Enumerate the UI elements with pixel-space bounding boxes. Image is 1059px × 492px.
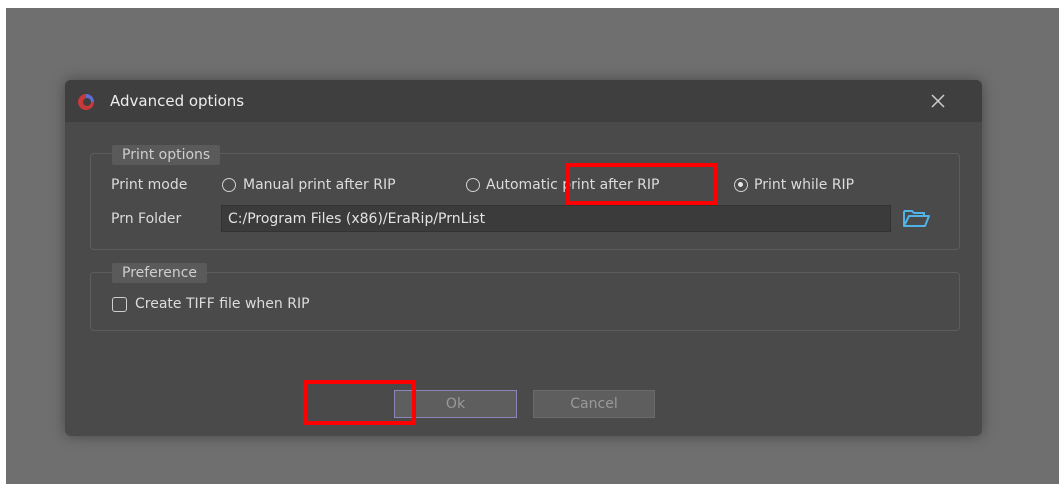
radio-manual-print-label: Manual print after RIP — [243, 177, 396, 193]
radio-automatic-print[interactable] — [466, 178, 480, 192]
highlight-box-automatic-print — [566, 163, 717, 205]
radio-print-while-rip-label: Print while RIP — [754, 177, 855, 193]
radio-print-while-rip[interactable] — [734, 178, 748, 192]
create-tiff-label: Create TIFF file when RIP — [135, 296, 310, 312]
cancel-button[interactable]: Cancel — [533, 390, 655, 418]
radio-manual-print[interactable] — [222, 178, 236, 192]
print-mode-label: Print mode — [111, 177, 188, 193]
close-button[interactable] — [923, 86, 953, 116]
preference-legend: Preference — [112, 263, 208, 283]
folder-open-icon[interactable] — [901, 206, 931, 230]
close-icon — [931, 94, 945, 108]
prn-folder-label: Prn Folder — [111, 211, 182, 227]
print-options-group — [90, 153, 960, 250]
create-tiff-checkbox[interactable] — [112, 297, 127, 312]
prn-folder-input[interactable] — [221, 205, 891, 232]
advanced-options-dialog: Advanced options Print options Print mod… — [65, 80, 982, 436]
highlight-box-ok — [303, 380, 416, 425]
erarip-logo-icon — [78, 94, 94, 110]
dialog-title: Advanced options — [110, 92, 245, 110]
dialog-titlebar: Advanced options — [65, 80, 982, 122]
print-options-legend: Print options — [112, 145, 221, 165]
